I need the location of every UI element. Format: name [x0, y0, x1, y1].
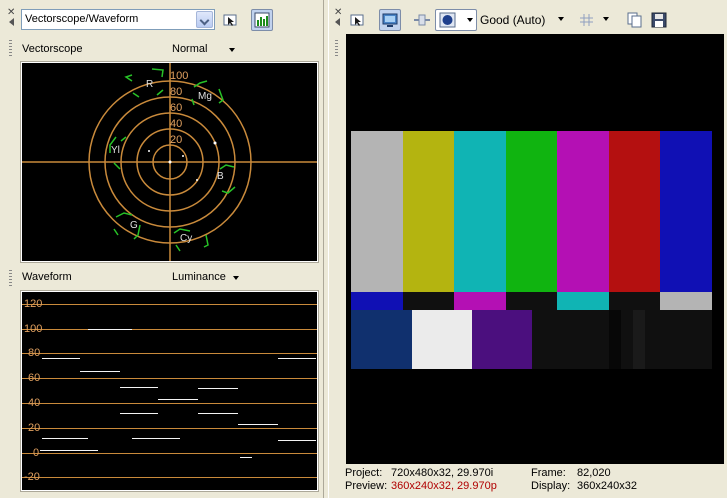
- y-label-40: 40: [28, 397, 41, 409]
- target-yl: Yl: [111, 145, 120, 156]
- preview-value: 360x240x32, 29.970p: [391, 480, 497, 492]
- color-bars: [351, 131, 712, 369]
- target-r: R: [146, 79, 153, 90]
- frame-label: Frame:: [531, 467, 566, 479]
- video-preview[interactable]: [346, 34, 724, 464]
- chevron-down-icon[interactable]: [229, 48, 235, 52]
- ring-label-100: 100: [170, 70, 188, 82]
- cursor-icon: [350, 14, 364, 26]
- scope-settings-button[interactable]: [251, 9, 273, 31]
- waveform-trace: [88, 329, 132, 330]
- grip-handle[interactable]: [335, 40, 338, 58]
- waveform-trace: [158, 399, 198, 400]
- panel-arrow-icon[interactable]: [335, 18, 340, 26]
- waveform-trace: [240, 457, 252, 458]
- waveform-trace: [278, 440, 316, 441]
- waveform-trace: [80, 371, 120, 372]
- grid-icon[interactable]: [578, 10, 596, 30]
- gridline-20: [22, 428, 317, 429]
- target-b: B: [217, 171, 224, 182]
- update-scopes-button[interactable]: [219, 9, 241, 31]
- ring-label-20: 20: [170, 134, 182, 146]
- gridline-minus-20: [22, 477, 317, 478]
- y-label-20: 20: [28, 422, 41, 434]
- overlay-icon: [439, 12, 456, 28]
- chevron-down-icon[interactable]: [196, 11, 213, 28]
- project-label: Project:: [345, 467, 383, 479]
- video-preview-panel: ✕ Good (Auto) Project: 720x480x32, 29.97…: [328, 0, 727, 498]
- gridline-0: [22, 453, 317, 454]
- gridline-60: [22, 378, 317, 379]
- y-label-minus-20: -20: [24, 471, 40, 483]
- waveform-trace: [42, 358, 80, 359]
- target-g: G: [130, 220, 138, 231]
- waveform-trace: [278, 358, 316, 359]
- waveform-trace: [42, 438, 88, 439]
- display-label: Display:: [531, 480, 571, 492]
- chevron-down-icon[interactable]: [233, 276, 239, 280]
- gridline-120: [22, 304, 317, 305]
- grip-handle[interactable]: [9, 40, 12, 58]
- waveform-trace: [132, 438, 180, 439]
- project-value: 720x480x32, 29.970i: [391, 467, 494, 479]
- gridline-100: [22, 329, 317, 330]
- histogram-icon: [254, 12, 270, 28]
- target-mg: Mg: [198, 91, 212, 102]
- panel-arrow-icon[interactable]: [9, 18, 14, 26]
- y-label-60: 60: [28, 372, 41, 384]
- frame-value: 82,020: [577, 467, 611, 479]
- y-label-120: 120: [24, 298, 43, 310]
- waveform-trace: [120, 413, 158, 414]
- display-value: 360x240x32: [577, 480, 637, 492]
- waveform-mode[interactable]: Luminance: [172, 271, 226, 283]
- overlay-select[interactable]: [435, 9, 477, 31]
- waveform-trace: [198, 413, 238, 414]
- vectorscope-title: Vectorscope: [22, 43, 83, 55]
- cursor-button[interactable]: [346, 9, 368, 31]
- waveform-trace: [198, 388, 238, 389]
- chevron-down-icon[interactable]: [603, 17, 609, 21]
- cursor-icon: [223, 14, 237, 26]
- save-snapshot-icon[interactable]: [649, 10, 669, 30]
- waveform-trace: [40, 450, 98, 451]
- gridline-40: [22, 403, 317, 404]
- preview-quality-label[interactable]: Good (Auto): [480, 13, 545, 27]
- close-icon[interactable]: ✕: [334, 8, 342, 18]
- close-icon[interactable]: ✕: [7, 8, 15, 18]
- grip-handle[interactable]: [9, 270, 12, 288]
- vectorscope-graticule: R Mg Yl B G Cy 100 80 60 40 20: [22, 63, 317, 261]
- waveform-title: Waveform: [22, 271, 72, 283]
- ring-label-60: 60: [170, 102, 182, 114]
- monitor-icon: [382, 13, 398, 27]
- scope-type-select[interactable]: Vectorscope/Waveform: [21, 9, 215, 30]
- external-monitor-button[interactable]: [379, 9, 401, 31]
- waveform: 120 100 80 60 40 20 0 -20: [20, 290, 319, 492]
- preview-label: Preview:: [345, 480, 388, 492]
- waveform-trace: [120, 387, 158, 388]
- split-screen-icon[interactable]: [412, 10, 432, 30]
- waveform-trace: [238, 424, 278, 425]
- chevron-down-icon[interactable]: [558, 17, 564, 21]
- gridline-80: [22, 353, 317, 354]
- target-cy: Cy: [180, 233, 192, 244]
- y-label-100: 100: [24, 323, 43, 335]
- chevron-down-icon[interactable]: [467, 18, 473, 22]
- scopes-panel: ✕ Vectorscope/Waveform Vectorscope Norma…: [0, 0, 324, 498]
- copy-snapshot-icon[interactable]: [625, 10, 645, 30]
- vectorscope: R Mg Yl B G Cy 100 80 60 40 20: [20, 61, 319, 263]
- ring-label-80: 80: [170, 86, 182, 98]
- y-label-0: 0: [33, 447, 40, 459]
- ring-label-40: 40: [170, 118, 182, 130]
- vectorscope-mode[interactable]: Normal: [172, 43, 207, 55]
- scope-type-value: Vectorscope/Waveform: [25, 13, 139, 25]
- y-label-80: 80: [28, 347, 41, 359]
